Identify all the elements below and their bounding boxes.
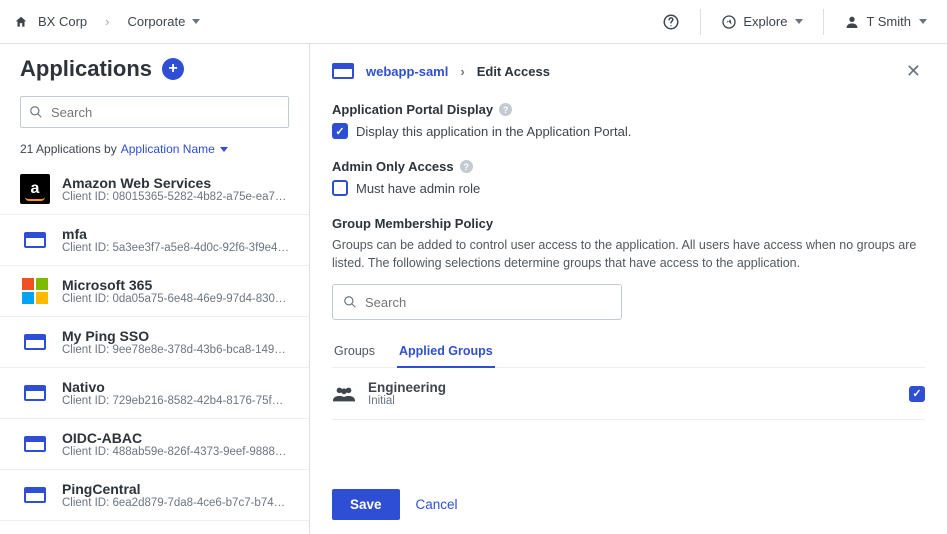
application-row[interactable]: NativoClient ID: 729eb216-8582-42b4-8176… (0, 368, 309, 419)
application-row[interactable]: a Amazon Web ServicesClient ID: 08015365-… (0, 164, 309, 215)
chevron-down-icon (919, 19, 927, 24)
application-row[interactable]: OIDC-ABACClient ID: 488ab59e-826f-4373-9… (0, 419, 309, 470)
application-client-id: Client ID: 0da05a75-6e48-46e9-97d4-8300a… (62, 293, 289, 305)
help-button[interactable] (656, 9, 686, 35)
section-title-portal: Application Portal Display (332, 102, 493, 117)
breadcrumb-org-label: BX Corp (38, 14, 87, 29)
breadcrumb-env-label: Corporate (127, 14, 185, 29)
help-icon[interactable]: ? (499, 103, 512, 116)
application-name: mfa (62, 226, 289, 242)
application-client-id: Client ID: 729eb216-8582-42b4-8176-75f48… (62, 395, 289, 407)
application-icon (20, 225, 50, 255)
explore-label: Explore (743, 14, 787, 29)
group-source: Initial (368, 395, 446, 407)
application-row[interactable]: PingCentralClient ID: 6ea2d879-7da8-4ce6… (0, 470, 309, 521)
admin-only-label: Must have admin role (356, 181, 480, 196)
chevron-down-icon (220, 147, 228, 152)
sort-dropdown[interactable]: Application Name (121, 142, 228, 156)
breadcrumb-org[interactable]: BX Corp (38, 14, 87, 29)
admin-only-checkbox[interactable] (332, 180, 348, 196)
application-client-id: Client ID: 08015365-5282-4b82-a75e-ea7cb… (62, 191, 289, 203)
sidebar-title: Applications (20, 56, 152, 82)
save-button[interactable]: Save (332, 489, 400, 520)
home-icon[interactable] (14, 15, 28, 29)
group-row: EngineeringInitial (332, 368, 925, 420)
group-list: EngineeringInitial (332, 368, 925, 420)
help-icon[interactable]: ? (460, 160, 473, 173)
application-icon (20, 276, 50, 306)
sidebar: Applications + 21 Applications by Applic… (0, 44, 310, 534)
portal-display-checkbox[interactable] (332, 123, 348, 139)
search-icon (343, 295, 357, 309)
explore-button[interactable]: Explore (715, 10, 809, 34)
chevron-down-icon (192, 19, 200, 24)
detail-panel: webapp-saml › Edit Access ✕ Application … (310, 44, 947, 534)
user-menu[interactable]: T Smith (838, 10, 933, 34)
app-count-label: 21 Applications by (20, 142, 117, 156)
application-list: a Amazon Web ServicesClient ID: 08015365-… (0, 164, 309, 534)
application-row[interactable]: mfaClient ID: 5a3ee3f7-a5e8-4d0c-92f6-3f… (0, 215, 309, 266)
section-title-groups: Group Membership Policy (332, 216, 493, 231)
application-icon (20, 480, 50, 510)
panel-app-link[interactable]: webapp-saml (366, 64, 448, 79)
groups-search[interactable] (332, 284, 622, 320)
application-icon (20, 327, 50, 357)
breadcrumb-env[interactable]: Corporate (127, 14, 200, 29)
application-row[interactable]: Microsoft 365Client ID: 0da05a75-6e48-46… (0, 266, 309, 317)
group-name: Engineering (368, 380, 446, 395)
sidebar-search[interactable] (20, 96, 289, 128)
tab-applied-groups[interactable]: Applied Groups (397, 338, 495, 368)
sidebar-search-input[interactable] (51, 105, 280, 120)
application-row[interactable]: My Ping SSOClient ID: 9ee78e8e-378d-43b6… (0, 317, 309, 368)
application-icon (20, 429, 50, 459)
application-name: PingCentral (62, 481, 289, 497)
application-client-id: Client ID: 9ee78e8e-378d-43b6-bca8-14915… (62, 344, 289, 356)
application-name: Amazon Web Services (62, 175, 289, 191)
groups-description: Groups can be added to control user acce… (332, 237, 925, 272)
application-icon: a (20, 174, 50, 204)
application-client-id: Client ID: 6ea2d879-7da8-4ce6-b7c7-b74b4… (62, 497, 289, 509)
panel-footer: Save Cancel (310, 474, 947, 534)
chevron-right-icon: › (460, 64, 464, 79)
panel-title: Edit Access (477, 64, 550, 79)
application-name: Nativo (62, 379, 289, 395)
group-icon (332, 385, 356, 403)
application-client-id: Client ID: 5a3ee3f7-a5e8-4d0c-92f6-3f9e4… (62, 242, 289, 254)
section-title-admin: Admin Only Access (332, 159, 454, 174)
application-icon (20, 378, 50, 408)
groups-search-input[interactable] (365, 295, 611, 310)
group-checkbox[interactable] (909, 386, 925, 402)
sort-label: Application Name (121, 142, 215, 156)
cancel-button[interactable]: Cancel (416, 497, 458, 512)
chevron-down-icon (795, 19, 803, 24)
application-name: Microsoft 365 (62, 277, 289, 293)
user-label: T Smith (866, 14, 911, 29)
panel-header: webapp-saml › Edit Access ✕ (310, 44, 947, 98)
close-button[interactable]: ✕ (902, 57, 925, 86)
chevron-right-icon: › (105, 14, 109, 29)
application-name: OIDC-ABAC (62, 430, 289, 446)
application-client-id: Client ID: 488ab59e-826f-4373-9eef-98889… (62, 446, 289, 458)
add-application-button[interactable]: + (162, 58, 184, 80)
search-icon (29, 105, 43, 119)
application-icon (332, 63, 354, 79)
tab-groups[interactable]: Groups (332, 338, 377, 367)
top-nav: BX Corp › Corporate Explore T Smith (0, 0, 947, 44)
portal-display-label: Display this application in the Applicat… (356, 124, 631, 139)
application-name: My Ping SSO (62, 328, 289, 344)
